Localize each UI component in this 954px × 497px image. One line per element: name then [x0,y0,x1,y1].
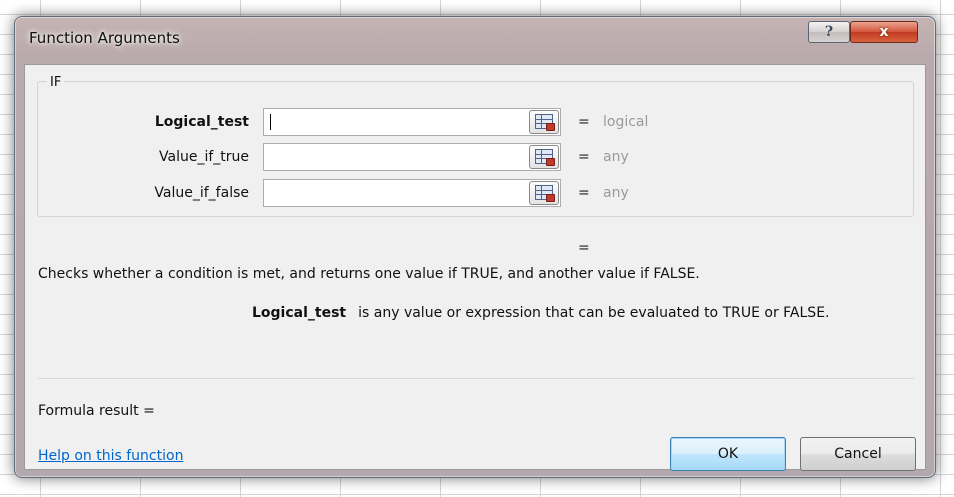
dialog-title: Function Arguments [29,29,180,47]
function-arguments-dialog: Function Arguments ? x IF Logical_test =… [14,16,936,478]
formula-result-label: Formula result = [38,403,155,419]
arg-label-value-if-false: Value_if_false [154,185,249,201]
equals-sign: = [578,185,590,201]
equals-sign: = [578,149,590,165]
divider [38,378,914,379]
collapse-dialog-button-logical-test[interactable] [529,110,559,134]
value-if-false-input[interactable] [263,179,561,207]
text-cursor [270,114,271,130]
title-bar[interactable]: Function Arguments ? x [15,17,935,63]
cancel-button[interactable]: Cancel [800,437,916,471]
arg-label-value-if-true: Value_if_true [159,149,249,165]
result-hint-any: any [603,185,629,201]
ok-button[interactable]: OK [670,437,786,471]
value-if-true-input[interactable] [263,143,561,171]
range-selector-icon [535,185,555,202]
function-name: IF [47,75,65,90]
question-mark-icon: ? [824,24,834,40]
close-icon: x [879,24,889,40]
equals-sign: = [578,114,590,130]
close-button[interactable]: x [850,21,918,43]
dialog-body: IF Logical_test = logical Value_if_true … [24,64,926,471]
result-hint-logical: logical [603,114,649,130]
argument-name: Logical_test [252,305,347,321]
range-selector-icon [535,149,555,166]
function-description: Checks whether a condition is met, and r… [38,266,700,282]
collapse-dialog-button-value-if-true[interactable] [529,145,559,169]
help-button[interactable]: ? [808,21,850,43]
arg-label-logical-test: Logical_test [154,114,249,130]
argument-help-text: is any value or expression that can be e… [358,305,830,321]
collapse-dialog-button-value-if-false[interactable] [529,181,559,205]
result-hint-any: any [603,149,629,165]
logical-test-input[interactable] [263,108,561,136]
range-selector-icon [535,114,555,131]
argument-description: Logical_test is any value or expression t… [252,305,830,321]
help-on-function-link[interactable]: Help on this function [38,448,183,464]
function-result-equals: = [578,240,590,256]
